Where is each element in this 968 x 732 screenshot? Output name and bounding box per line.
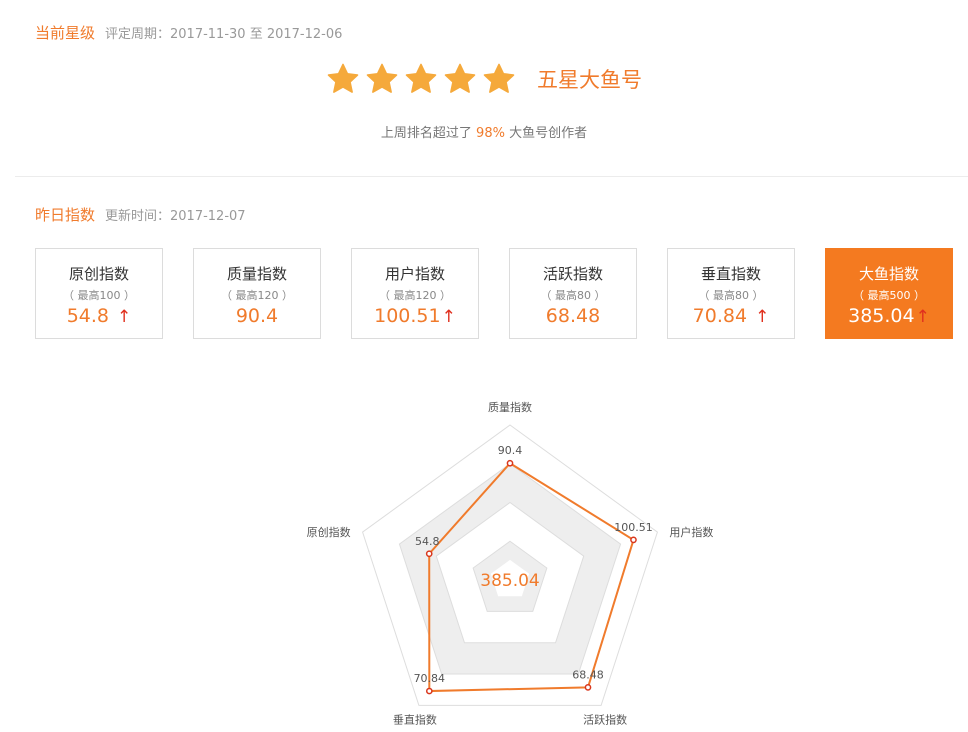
index-card-name: 垂直指数 — [700, 265, 761, 283]
index-card-max: （ 最高80 ） — [698, 289, 764, 302]
index-card-value-row: 90.4 — [194, 305, 320, 327]
update-time: 更新时间：2017-12-07 — [105, 209, 246, 224]
index-card[interactable]: 活跃指数 （ 最高80 ） 68.48 — [509, 248, 637, 339]
index-card-value: 54.8 — [66, 305, 110, 327]
index-card[interactable]: 大鱼指数 （ 最高500 ） 385.04↑ — [825, 248, 953, 339]
star-icon — [327, 63, 359, 93]
level-name: 五星大鱼号 — [537, 68, 642, 92]
radar-value-label: 68.48 — [572, 668, 604, 681]
rank-prefix: 上周排名超过了 — [380, 126, 477, 141]
index-card-max: （ 最高120 ） — [221, 289, 293, 302]
radar-value-label: 90.4 — [498, 444, 523, 457]
rank-percent: 98% — [476, 126, 505, 141]
rank-summary: 上周排名超过了 98% 大鱼号创作者 — [0, 122, 968, 141]
index-card-value: 100.51 — [374, 305, 441, 327]
index-card-max: （ 最高80 ） — [540, 289, 606, 302]
index-card-name: 原创指数 — [68, 265, 129, 283]
index-card-name: 质量指数 — [226, 265, 287, 283]
section-divider — [15, 176, 968, 177]
index-card-value-row: 68.48 — [510, 305, 636, 327]
radar-center-value: 385.04 — [480, 571, 539, 591]
star-icon — [405, 63, 437, 93]
index-card-value: 70.84 — [692, 305, 748, 327]
index-card-name: 活跃指数 — [542, 265, 603, 283]
index-card-value-row: 54.8 ↑ — [36, 305, 162, 327]
radar-value-label: 100.51 — [614, 521, 653, 534]
radar-point — [630, 536, 637, 544]
up-arrow-icon: ↑ — [441, 307, 456, 327]
star-level-title: 当前星级 — [35, 24, 96, 42]
star-rating-row: 五星大鱼号 — [0, 62, 968, 96]
index-card-name: 用户指数 — [384, 265, 445, 283]
index-card-value: 90.4 — [235, 305, 279, 327]
up-arrow-icon: ↑ — [117, 307, 132, 327]
radar-value-label: 54.8 — [415, 535, 440, 548]
index-card-value: 68.48 — [545, 305, 601, 327]
creator-dashboard: 当前星级 评定周期：2017-11-30 至 2017-12-06 五星大鱼号 … — [0, 0, 968, 732]
index-card-max: （ 最高100 ） — [63, 289, 135, 302]
index-card[interactable]: 质量指数 （ 最高120 ） 90.4 — [193, 248, 321, 339]
index-card-value-row: 70.84 ↑ — [668, 305, 794, 327]
index-card-name: 大鱼指数 — [858, 265, 919, 283]
radar-value-label: 70.84 — [414, 672, 446, 685]
index-radar-chart: 90.4 100.51 68.48 70.84 54.8 质量指数用户指数活跃指数 垂直指数… — [307, 400, 714, 726]
index-card-value: 385.04 — [848, 305, 915, 327]
radar-axis-label: 原创指数 — [307, 525, 351, 539]
daily-index-title: 昨日指数 — [35, 206, 96, 224]
star-icon — [483, 63, 515, 93]
index-card[interactable]: 用户指数 （ 最高120 ） 100.51↑ — [351, 248, 479, 339]
radar-point — [425, 550, 433, 558]
index-card-value-row: 385.04↑ — [826, 305, 952, 327]
radar-point — [425, 687, 433, 695]
radar-axis-label: 质量指数 — [488, 400, 532, 414]
radar-axis-label: 活跃指数 — [583, 712, 627, 726]
rank-suffix: 大鱼号创作者 — [504, 126, 588, 141]
star-level-header: 当前星级 评定周期：2017-11-30 至 2017-12-06 — [35, 22, 342, 43]
radar-axis-label: 垂直指数 — [393, 712, 437, 726]
radar-axis-label: 用户指数 — [669, 525, 713, 539]
daily-index-header: 昨日指数 更新时间：2017-12-07 — [35, 204, 246, 225]
index-card-max: （ 最高500 ） — [853, 289, 925, 302]
radar-point — [584, 683, 592, 691]
index-card-value-row: 100.51↑ — [352, 305, 478, 327]
index-card-max: （ 最高120 ） — [379, 289, 451, 302]
index-card[interactable]: 垂直指数 （ 最高80 ） 70.84 ↑ — [667, 248, 795, 339]
radar-point — [506, 459, 514, 467]
star-rating — [326, 62, 521, 96]
up-arrow-icon: ↑ — [755, 307, 770, 327]
index-card[interactable]: 原创指数 （ 最高100 ） 54.8 ↑ — [35, 248, 163, 339]
up-arrow-icon: ↑ — [915, 307, 930, 327]
evaluation-period: 评定周期：2017-11-30 至 2017-12-06 — [105, 27, 343, 42]
star-icon — [444, 63, 476, 93]
star-icon — [366, 63, 398, 93]
